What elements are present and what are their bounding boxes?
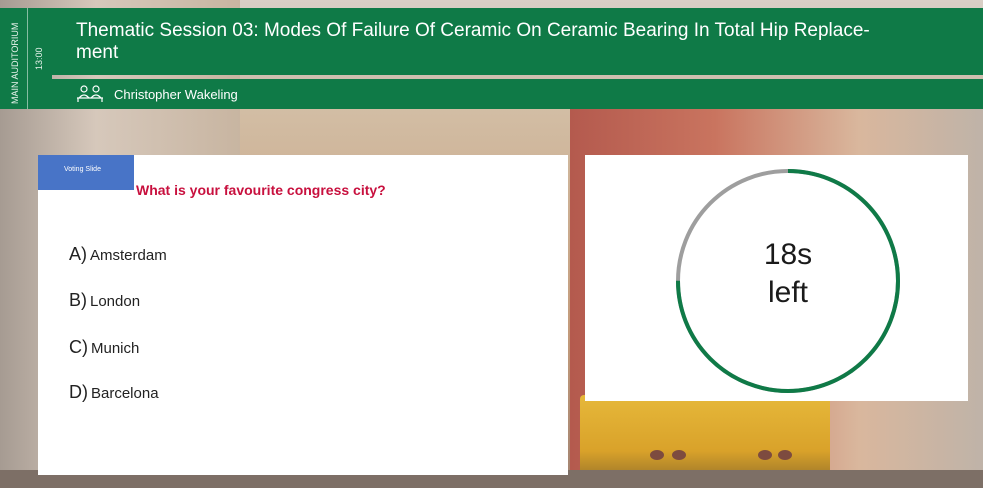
option-letter: B) (69, 290, 87, 310)
speaker-bar: Christopher Wakeling (52, 79, 983, 109)
tram-light (778, 450, 792, 460)
people-icon (77, 85, 103, 102)
time-label: 13:00 (34, 47, 44, 70)
tram-light (758, 450, 772, 460)
question-card (38, 155, 568, 475)
option-label: Munich (91, 340, 140, 357)
session-header: Thematic Session 03: Modes Of Failure Of… (52, 8, 983, 75)
tram-light (650, 450, 664, 460)
room-label: MAIN AUDITORIUM (10, 22, 20, 104)
tram-light (672, 450, 686, 460)
session-title: Thematic Session 03: Modes Of Failure Of… (76, 20, 870, 63)
option-label: Barcelona (91, 385, 159, 402)
speaker-name: Christopher Wakeling (114, 87, 238, 102)
session-meta-bar: MAIN AUDITORIUM 13:00 (0, 8, 52, 109)
option-letter: A) (69, 244, 87, 264)
countdown-text: 18s left (675, 236, 901, 312)
voting-slide-label: Voting Slide (64, 166, 101, 173)
option-label: London (90, 293, 141, 310)
answer-option-d[interactable]: D) Barcelona (69, 382, 159, 403)
countdown-unit: left (767, 276, 809, 309)
countdown-value: 18s (763, 238, 813, 271)
voting-slide-badge: Voting Slide (38, 155, 134, 190)
answer-option-a[interactable]: A) Amsterdam (69, 244, 167, 265)
question-text: What is your favourite congress city? (136, 182, 386, 198)
answer-option-c[interactable]: C) Munich (69, 337, 139, 358)
meta-divider (27, 8, 28, 109)
option-letter: D) (69, 382, 88, 402)
option-letter: C) (69, 337, 88, 357)
answer-option-b[interactable]: B) London (69, 290, 140, 311)
option-label: Amsterdam (90, 247, 167, 264)
